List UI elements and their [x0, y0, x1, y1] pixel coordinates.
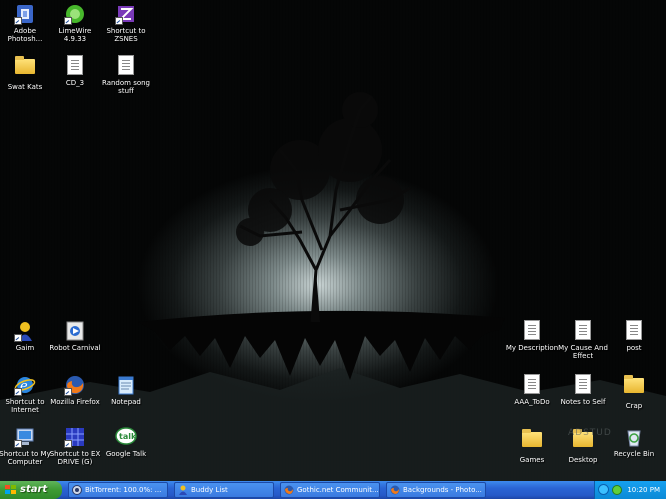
shortcut-arrow-icon: [14, 388, 22, 396]
taskbar-button-label: BitTorrent: 100.0%: ...: [85, 486, 162, 494]
taskbar: start BitTorrent: 100.0%: ... Buddy List…: [0, 481, 666, 499]
firefox-icon: [64, 374, 86, 396]
shortcut-arrow-icon: [14, 440, 22, 448]
zsnes-icon: [115, 3, 137, 25]
document-icon: [521, 374, 543, 396]
desktop-icon-label: CD_3: [65, 79, 85, 87]
shortcut-arrow-icon: [14, 334, 22, 342]
desktop-icon-games[interactable]: Games: [504, 428, 560, 464]
desktop-icon-label: Shortcut to EX DRIVE (G): [49, 450, 101, 466]
document-icon: [115, 55, 137, 77]
notepad-icon: [115, 374, 137, 396]
drive-icon: [64, 426, 86, 448]
desktop-icon-label: My Cause And Effect: [558, 344, 608, 360]
clock[interactable]: 10:20 PM: [627, 481, 660, 499]
desktop-icon-mozilla-firefox[interactable]: Mozilla Firefox: [47, 374, 103, 406]
desktop[interactable]: Adobe Photosh... LimeWire 4.9.33 Shortcu…: [0, 0, 666, 481]
start-button[interactable]: start: [0, 481, 62, 499]
desktop-icon-swat-kats[interactable]: Swat Kats: [0, 55, 53, 91]
taskbar-button-buddy-list[interactable]: Buddy List: [174, 482, 274, 498]
desktop-icon-label: Shortcut to ZSNES: [106, 27, 146, 43]
google-talk-icon: talk: [115, 426, 137, 448]
document-icon: [521, 320, 543, 342]
limewire-icon: [64, 3, 86, 25]
desktop-icon-label: Games: [519, 456, 545, 464]
desktop-icon-label: Swat Kats: [7, 83, 43, 91]
desktop-icon-label: AAA_ToDo: [514, 398, 550, 406]
gaim-icon: [14, 320, 36, 342]
desktop-icon-google-talk[interactable]: talk Google Talk: [98, 426, 154, 458]
folder-icon: [14, 56, 36, 81]
recycle-bin-icon: [623, 426, 645, 448]
shortcut-arrow-icon: [64, 440, 72, 448]
desktop-icon-notes-to-self[interactable]: Notes to Self: [555, 374, 611, 406]
desktop-icon-label: Crap: [625, 402, 643, 410]
wallpaper-watermark: ADSTUD: [568, 428, 612, 438]
tray-status-icon[interactable]: [612, 485, 622, 495]
shortcut-arrow-icon: [14, 17, 22, 25]
desktop-icon-my-computer[interactable]: Shortcut to My Computer: [0, 426, 53, 466]
desktop-icon-random-song-stuff[interactable]: Random song stuff: [98, 55, 154, 95]
system-tray: 10:20 PM: [594, 481, 666, 499]
document-icon: [572, 320, 594, 342]
desktop-icon-label: Mozilla Firefox: [50, 398, 100, 406]
desktop-icon-label: Notepad: [111, 398, 141, 406]
bittorrent-icon: [72, 485, 82, 495]
desktop-icon-notepad[interactable]: Notepad: [98, 374, 154, 406]
desktop-icon-my-cause-and-effect[interactable]: My Cause And Effect: [555, 320, 611, 360]
desktop-icon-label: Google Talk: [105, 450, 147, 458]
firefox-icon: [390, 485, 400, 495]
document-icon: [64, 55, 86, 77]
internet-explorer-icon: e: [14, 374, 36, 396]
desktop-icon-adobe-photoshop[interactable]: Adobe Photosh...: [0, 3, 53, 43]
document-icon: [572, 374, 594, 396]
video-file-icon: [64, 320, 86, 342]
gaim-icon: [179, 485, 187, 495]
desktop-icon-label: My Description: [505, 344, 559, 352]
desktop-icon-limewire[interactable]: LimeWire 4.9.33: [47, 3, 103, 43]
show-hidden-icons-chevron-icon[interactable]: [598, 484, 609, 495]
taskbar-button-label: Backgrounds - Photo...: [403, 486, 482, 494]
my-computer-icon: [14, 426, 36, 448]
shortcut-arrow-icon: [115, 17, 123, 25]
desktop-icon-label: Gaim: [15, 344, 35, 352]
desktop-icon-aaa-todo[interactable]: AAA_ToDo: [504, 374, 560, 406]
desktop-icon-cd3[interactable]: CD_3: [47, 55, 103, 87]
desktop-icon-label: Notes to Self: [560, 398, 606, 406]
desktop-icon-internet[interactable]: e Shortcut to Internet: [0, 374, 53, 414]
desktop-icon-label: LimeWire 4.9.33: [58, 27, 92, 43]
taskbar-button-bittorrent[interactable]: BitTorrent: 100.0%: ...: [68, 482, 168, 498]
desktop-icon-label: Shortcut to My Computer: [0, 450, 51, 466]
taskbar-button-backgrounds-photo[interactable]: Backgrounds - Photo...: [386, 482, 486, 498]
adobe-photoshop-icon: [14, 3, 36, 25]
windows-logo-icon: [5, 485, 16, 494]
taskbar-button-gothic-net[interactable]: Gothic.net Communit...: [280, 482, 380, 498]
desktop-icon-label: Shortcut to Internet: [5, 398, 45, 414]
desktop-icon-crap[interactable]: Crap: [606, 374, 662, 410]
desktop-icon-label: Random song stuff: [101, 79, 150, 95]
taskbar-button-label: Buddy List: [191, 486, 228, 494]
desktop-icon-label: Desktop: [568, 456, 598, 464]
folder-icon: [521, 429, 543, 454]
desktop-icon-label: Adobe Photosh...: [7, 27, 43, 43]
shortcut-arrow-icon: [64, 17, 72, 25]
desktop-icon-label: post: [626, 344, 642, 352]
firefox-icon: [284, 485, 294, 495]
desktop-icon-recycle-bin[interactable]: Recycle Bin: [606, 426, 662, 458]
desktop-icon-zsnes[interactable]: Shortcut to ZSNES: [98, 3, 154, 43]
desktop-icon-ex-drive[interactable]: Shortcut to EX DRIVE (G): [47, 426, 103, 466]
desktop-icon-my-description[interactable]: My Description: [504, 320, 560, 352]
start-label: start: [20, 484, 48, 495]
taskbar-button-label: Gothic.net Communit...: [297, 486, 379, 494]
svg-text:talk: talk: [119, 432, 137, 441]
desktop-icon-post[interactable]: post: [606, 320, 662, 352]
desktop-icon-robot-carnival[interactable]: Robot Carnival: [47, 320, 103, 352]
folder-icon: [623, 375, 645, 400]
desktop-icon-label: Recycle Bin: [613, 450, 655, 458]
document-icon: [623, 320, 645, 342]
shortcut-arrow-icon: [64, 388, 72, 396]
desktop-icon-label: Robot Carnival: [49, 344, 101, 352]
desktop-icon-gaim[interactable]: Gaim: [0, 320, 53, 352]
